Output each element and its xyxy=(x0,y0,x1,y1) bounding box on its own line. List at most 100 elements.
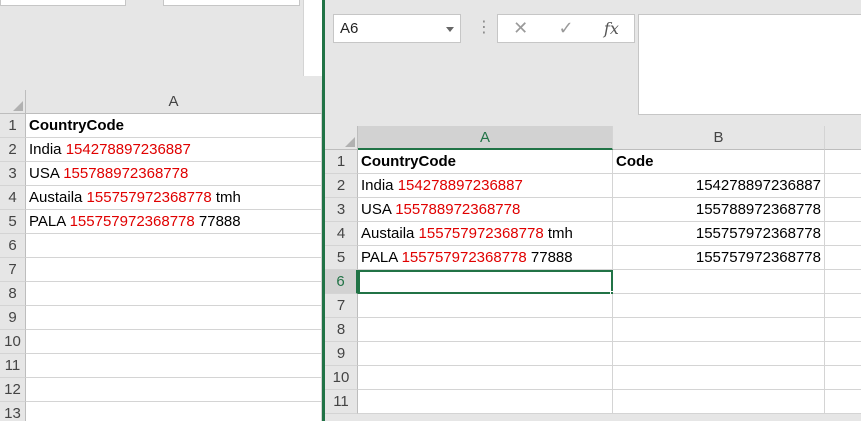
select-all-corner[interactable] xyxy=(325,126,358,150)
row-header[interactable]: 2 xyxy=(325,174,358,198)
cell-b5[interactable]: 155757972368778 xyxy=(613,246,825,270)
cell-a2[interactable]: India 154278897236887 xyxy=(26,138,322,162)
cell-c7[interactable] xyxy=(825,294,861,318)
cell-a9[interactable] xyxy=(26,306,322,330)
cell-a4[interactable]: Austaila 155757972368778 tmh xyxy=(26,186,322,210)
cell-c10[interactable] xyxy=(825,366,861,390)
cell-a9[interactable] xyxy=(358,342,613,366)
cell-c3[interactable] xyxy=(825,198,861,222)
column-header-a[interactable]: A xyxy=(358,126,613,150)
column-header-b[interactable]: B xyxy=(613,126,825,150)
row-header[interactable]: 12 xyxy=(0,378,26,402)
left-formula-bar[interactable] xyxy=(303,0,322,76)
row-header[interactable]: 9 xyxy=(325,342,358,366)
cell-b4[interactable]: 155757972368778 xyxy=(613,222,825,246)
column-header-c[interactable] xyxy=(825,126,861,150)
row-header[interactable]: 2 xyxy=(0,138,26,162)
name-box[interactable]: A6 xyxy=(333,14,461,43)
cell-b10[interactable] xyxy=(613,366,825,390)
row-header[interactable]: 10 xyxy=(325,366,358,390)
cell-c5[interactable] xyxy=(825,246,861,270)
cell-c6[interactable] xyxy=(825,270,861,294)
cell-a8[interactable] xyxy=(358,318,613,342)
row-header[interactable]: 7 xyxy=(325,294,358,318)
row-header[interactable]: 1 xyxy=(325,150,358,174)
cell-b7[interactable] xyxy=(613,294,825,318)
cell-a6[interactable] xyxy=(26,234,322,258)
table-row: 7 xyxy=(0,258,322,282)
formula-input[interactable] xyxy=(638,14,861,115)
insert-function-icon[interactable]: fx xyxy=(604,19,619,38)
more-options-icon[interactable]: ⋮ xyxy=(476,18,492,38)
cell-a13[interactable] xyxy=(26,402,322,421)
row-header[interactable]: 3 xyxy=(0,162,26,186)
cell-b3[interactable]: 155788972368778 xyxy=(613,198,825,222)
row-header[interactable]: 8 xyxy=(325,318,358,342)
cancel-icon[interactable]: ✕ xyxy=(513,18,528,39)
table-row: 9 xyxy=(325,342,861,366)
left-name-box[interactable] xyxy=(0,0,126,6)
select-all-corner[interactable] xyxy=(0,90,26,114)
suffix-text: 77888 xyxy=(526,249,573,266)
cell-c8[interactable] xyxy=(825,318,861,342)
row-header[interactable]: 4 xyxy=(0,186,26,210)
row-header[interactable]: 5 xyxy=(0,210,26,234)
cell-b6[interactable] xyxy=(613,270,825,294)
row-header[interactable]: 10 xyxy=(0,330,26,354)
cell-a10[interactable] xyxy=(26,330,322,354)
cell-a11[interactable] xyxy=(358,390,613,414)
cell-a3[interactable]: USA 155788972368778 xyxy=(26,162,322,186)
chevron-down-icon[interactable] xyxy=(446,27,454,32)
cell-c9[interactable] xyxy=(825,342,861,366)
cell-a10[interactable] xyxy=(358,366,613,390)
cell-c1[interactable] xyxy=(825,150,861,174)
cell-a1[interactable]: CountryCode xyxy=(358,150,613,174)
cell-a5[interactable]: PALA 155757972368778 77888 xyxy=(358,246,613,270)
cell-a4[interactable]: Austaila 155757972368778 tmh xyxy=(358,222,613,246)
cell-a3[interactable]: USA 155788972368778 xyxy=(358,198,613,222)
table-row: 6 xyxy=(0,234,322,258)
row-header[interactable]: 3 xyxy=(325,198,358,222)
cell-a11[interactable] xyxy=(26,354,322,378)
table-row: 4 Austaila 155757972368778 tmh xyxy=(0,186,322,210)
row-header[interactable]: 6 xyxy=(0,234,26,258)
cell-a6-active[interactable] xyxy=(358,270,616,297)
row-header[interactable]: 4 xyxy=(325,222,358,246)
row-header[interactable]: 8 xyxy=(0,282,26,306)
row-header[interactable]: 7 xyxy=(0,258,26,282)
column-header-a[interactable]: A xyxy=(26,90,322,114)
cell-b2[interactable]: 154278897236887 xyxy=(613,174,825,198)
table-row: 2 India 154278897236887 154278897236887 xyxy=(325,174,861,198)
row-header[interactable]: 9 xyxy=(0,306,26,330)
cell-b8[interactable] xyxy=(613,318,825,342)
table-row: 2 India 154278897236887 xyxy=(0,138,322,162)
table-row: 3 USA 155788972368778 155788972368778 xyxy=(325,198,861,222)
row-header[interactable]: 5 xyxy=(325,246,358,270)
row-header[interactable]: 1 xyxy=(0,114,26,138)
cell-a5[interactable]: PALA 155757972368778 77888 xyxy=(26,210,322,234)
table-row: 8 xyxy=(325,318,861,342)
row-header[interactable]: 11 xyxy=(325,390,358,414)
left-formula-icons[interactable] xyxy=(163,0,300,6)
cell-b11[interactable] xyxy=(613,390,825,414)
cell-c4[interactable] xyxy=(825,222,861,246)
country-text: Austaila xyxy=(361,225,419,242)
cell-a12[interactable] xyxy=(26,378,322,402)
row-header[interactable]: 11 xyxy=(0,354,26,378)
check-icon[interactable]: ✓ xyxy=(559,18,574,39)
table-row: 6 xyxy=(325,270,861,297)
row-header[interactable]: 6 xyxy=(325,270,358,294)
cell-b1[interactable]: Code xyxy=(613,150,825,174)
code-red-text: 155757972368778 xyxy=(69,213,195,230)
cell-a8[interactable] xyxy=(26,282,322,306)
cell-a7[interactable] xyxy=(358,294,613,318)
code-red-text: 155757972368778 xyxy=(401,249,527,266)
cell-a1[interactable]: CountryCode xyxy=(26,114,322,138)
cell-b9[interactable] xyxy=(613,342,825,366)
cell-a2[interactable]: India 154278897236887 xyxy=(358,174,613,198)
cell-c2[interactable] xyxy=(825,174,861,198)
row-header[interactable]: 13 xyxy=(0,402,26,421)
cell-a7[interactable] xyxy=(26,258,322,282)
cell-c11[interactable] xyxy=(825,390,861,414)
code-red-text: 155788972368778 xyxy=(395,201,521,218)
